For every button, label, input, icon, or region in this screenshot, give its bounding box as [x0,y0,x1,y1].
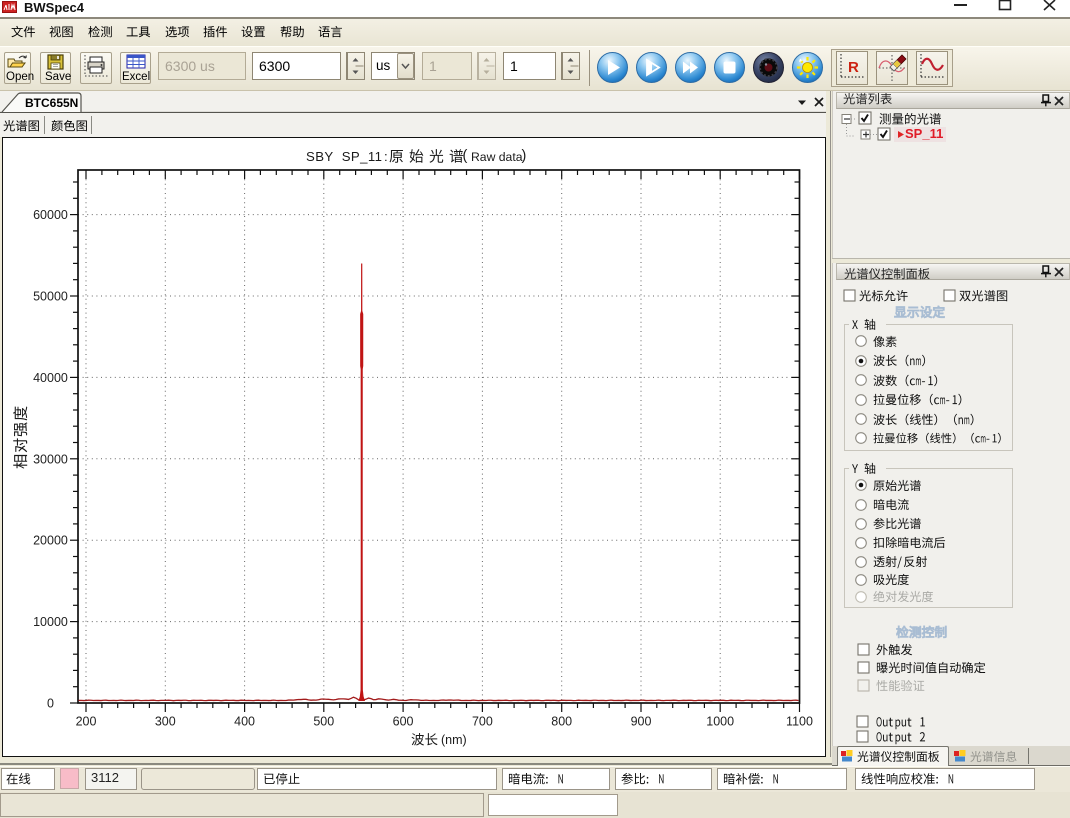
svg-text:700: 700 [472,715,493,729]
svg-text:1000: 1000 [706,715,734,729]
svg-text:R: R [848,59,859,76]
svg-text:0: 0 [47,697,54,711]
svg-text:1100: 1100 [786,715,813,729]
svg-text:60000: 60000 [33,208,68,222]
svg-text:500: 500 [313,715,334,729]
svg-text:300: 300 [155,715,176,729]
svg-text:50000: 50000 [33,290,68,304]
svg-text:900: 900 [631,715,652,729]
svg-text:40000: 40000 [33,371,68,385]
svg-text:200: 200 [76,715,97,729]
svg-text:800: 800 [551,715,572,729]
svg-text:400: 400 [234,715,255,729]
svg-text:600: 600 [393,715,414,729]
svg-text:20000: 20000 [33,534,68,548]
svg-text:30000: 30000 [33,452,68,466]
svg-text:10000: 10000 [33,615,68,629]
